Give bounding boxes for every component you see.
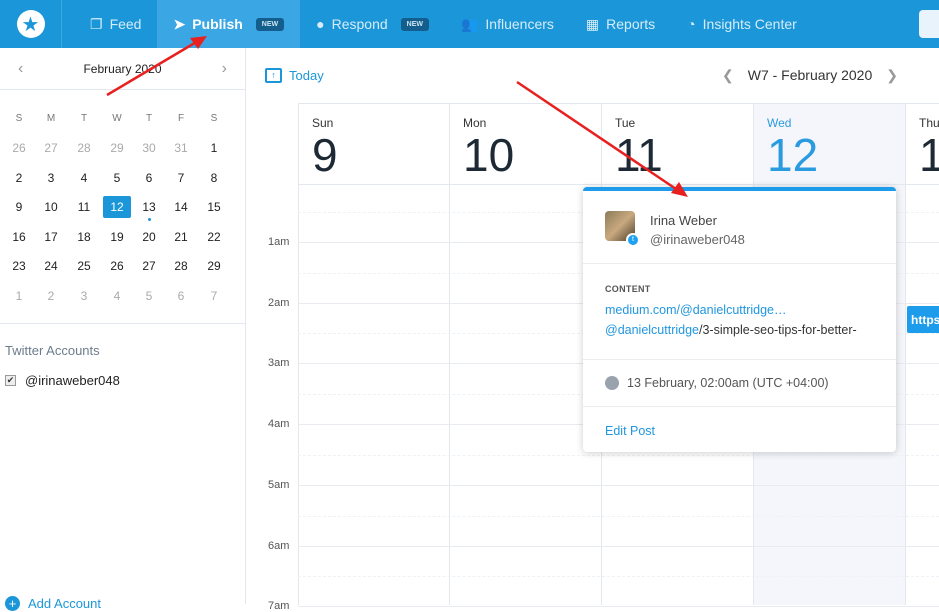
hour-line [298, 606, 939, 608]
annotation-arrow [106, 39, 199, 97]
arrow-head [671, 182, 688, 197]
arrow-head [190, 36, 207, 49]
annotation-arrow [516, 80, 680, 193]
annotation-arrows [106, 36, 688, 197]
